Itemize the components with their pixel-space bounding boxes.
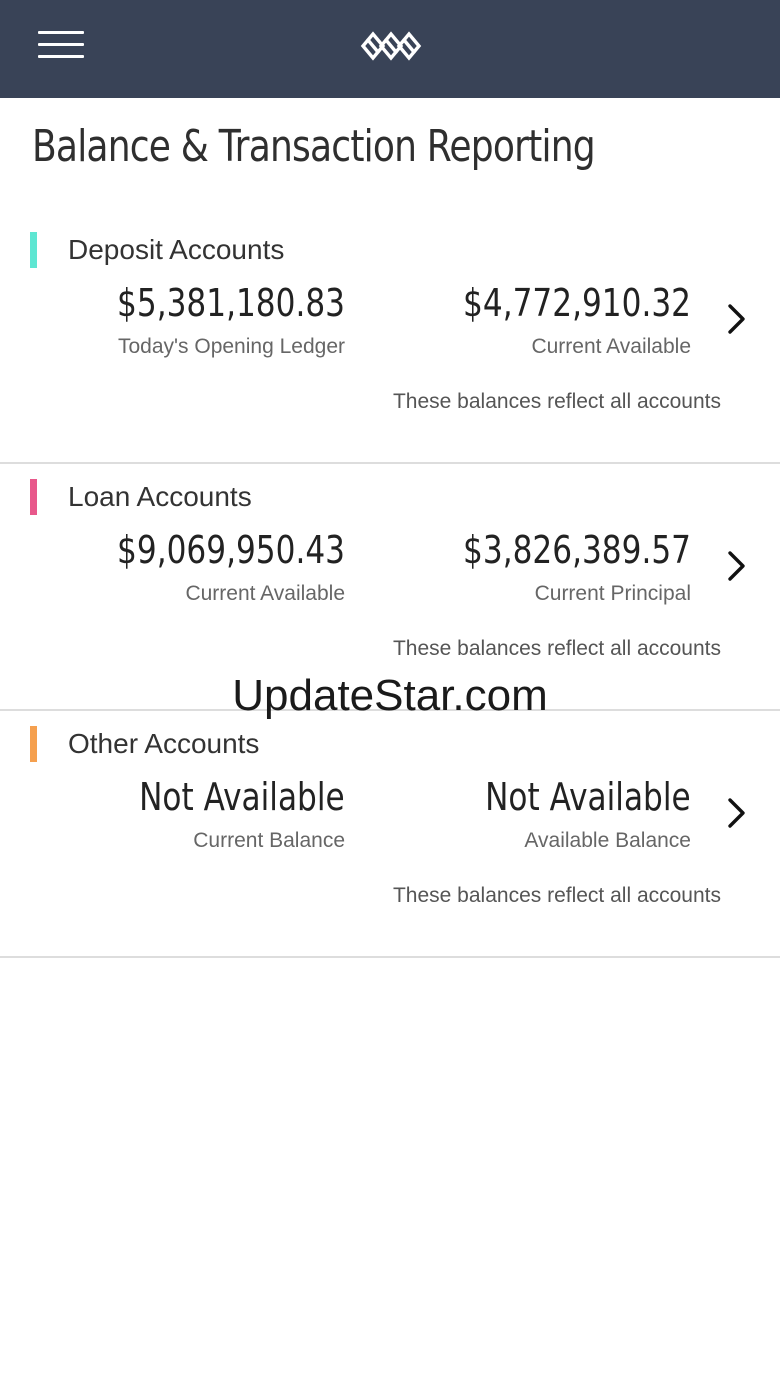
current-balance-amount: Not Available [139, 775, 345, 819]
deposit-accent-bar [30, 232, 37, 268]
opening-ledger-amount: $5,381,180.83 [117, 281, 345, 325]
section-title: Deposit Accounts [68, 234, 285, 265]
loan-accent-bar [30, 479, 37, 515]
section-title: Loan Accounts [68, 481, 252, 512]
balances-note: These balances reflect all accounts [392, 884, 721, 907]
watermark-text: UpdateStar.com [232, 671, 548, 720]
section-title: Other Accounts [68, 728, 260, 759]
hamburger-menu-icon[interactable] [38, 30, 84, 60]
loan-current-available-amount: $9,069,950.43 [117, 528, 345, 572]
available-balance-amount: Not Available [485, 775, 691, 819]
current-principal-amount: $3,826,389.57 [463, 528, 691, 572]
current-available-amount: $4,772,910.32 [463, 281, 691, 325]
page-title: Balance & Transaction Reporting [32, 121, 596, 172]
other-accounts-card[interactable]: Other Accounts Not Available Current Bal… [0, 710, 780, 958]
loan-current-available-label: Current Available [185, 582, 345, 605]
section-divider [0, 956, 780, 958]
chevron-right-icon[interactable] [723, 793, 751, 833]
current-balance-label: Current Balance [193, 829, 345, 852]
opening-ledger-label: Today's Opening Ledger [117, 335, 345, 358]
current-available-label: Current Available [531, 335, 691, 358]
chevron-right-icon[interactable] [723, 546, 751, 586]
current-principal-label: Current Principal [534, 582, 691, 605]
logo-icon [360, 31, 422, 61]
available-balance-label: Available Balance [524, 829, 691, 852]
top-app-bar [0, 0, 780, 98]
balances-note: These balances reflect all accounts [392, 390, 721, 413]
other-accent-bar [30, 726, 37, 762]
deposit-accounts-card[interactable]: Deposit Accounts $5,381,180.83 Today's O… [0, 216, 780, 464]
balances-note: These balances reflect all accounts [392, 637, 721, 660]
chevron-right-icon[interactable] [723, 299, 751, 339]
